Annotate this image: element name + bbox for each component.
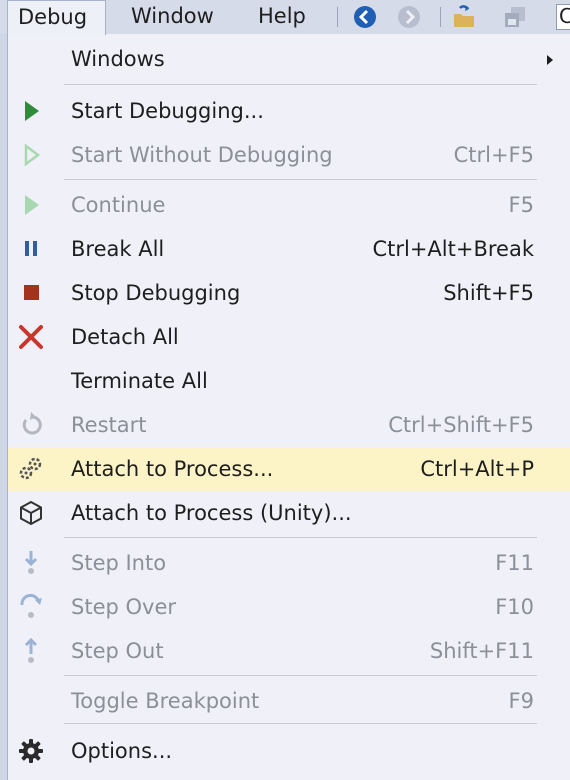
search-box-partial[interactable]: C (556, 4, 570, 30)
menu-item-label: Stop Debugging (71, 281, 241, 305)
menu-item-label: Toggle Breakpoint (71, 689, 260, 713)
menu-item-options[interactable]: Options... (8, 729, 570, 773)
menu-item-start-without-debugging[interactable]: Start Without Debugging Ctrl+F5 (8, 133, 570, 177)
menu-item-label: Options... (71, 739, 173, 763)
continue-icon (25, 195, 39, 215)
menu-item-label: Continue (71, 193, 166, 217)
menu-separator (64, 723, 537, 724)
menu-item-detach-all[interactable]: Detach All (8, 315, 570, 359)
toolbar-separator (337, 7, 338, 27)
new-folder-icon[interactable] (452, 5, 476, 29)
menu-item-label: Terminate All (71, 369, 208, 393)
attach-gears-icon (19, 457, 42, 480)
menu-item-shortcut: Ctrl+F5 (453, 143, 534, 167)
gear-icon (19, 739, 43, 763)
menu-item-label: Attach to Process... (71, 457, 274, 481)
menu-item-start-debugging[interactable]: Start Debugging... (8, 89, 570, 133)
menu-item-label: Restart (71, 413, 147, 437)
step-into-icon (24, 551, 38, 574)
menu-item-label: Start Without Debugging (71, 143, 333, 167)
menu-item-shortcut: F5 (508, 193, 534, 217)
stop-icon (24, 285, 39, 300)
pause-icon (25, 241, 37, 256)
menu-item-shortcut: Ctrl+Shift+F5 (388, 413, 534, 437)
submenu-arrow-icon (547, 55, 553, 65)
menu-item-restart[interactable]: Restart Ctrl+Shift+F5 (8, 403, 570, 447)
menu-item-label: Step Over (71, 595, 176, 619)
menu-separator (64, 675, 537, 676)
save-all-icon[interactable] (503, 5, 527, 29)
menu-item-continue[interactable]: Continue F5 (8, 183, 570, 227)
play-outline-icon (24, 143, 41, 167)
menu-item-stop-debugging[interactable]: Stop Debugging Shift+F5 (8, 271, 570, 315)
menu-item-step-into[interactable]: Step Into F11 (8, 541, 570, 585)
menu-item-shortcut: Shift+F5 (443, 281, 534, 305)
menu-item-shortcut: F9 (508, 689, 534, 713)
menu-separator (64, 179, 537, 180)
toolbar-separator (440, 7, 441, 27)
menu-item-toggle-breakpoint[interactable]: Toggle Breakpoint F9 (8, 679, 570, 723)
unity-cube-icon (20, 500, 42, 526)
menu-item-shortcut: Ctrl+Alt+P (420, 457, 534, 481)
menu-item-label: Step Out (71, 639, 164, 663)
navigate-forward-icon[interactable] (397, 5, 421, 29)
menu-item-shortcut: Ctrl+Alt+Break (372, 237, 534, 261)
menu-item-break-all[interactable]: Break All Ctrl+Alt+Break (8, 227, 570, 271)
menu-item-step-out[interactable]: Step Out Shift+F11 (8, 629, 570, 673)
menu-item-label: Windows (71, 47, 165, 71)
menu-item-shortcut: F11 (495, 551, 534, 575)
menu-separator (64, 537, 537, 538)
menu-item-shortcut: Shift+F11 (429, 639, 534, 663)
menu-help[interactable]: Help (248, 0, 316, 34)
menu-item-label: Attach to Process (Unity)... (71, 501, 352, 525)
step-out-icon (24, 637, 38, 663)
step-over-icon (20, 594, 42, 618)
menu-item-shortcut: F10 (495, 595, 534, 619)
menu-item-step-over[interactable]: Step Over F10 (8, 585, 570, 629)
menu-item-label: Step Into (71, 551, 167, 575)
menu-item-label: Start Debugging... (71, 99, 264, 123)
restart-icon (22, 412, 42, 435)
menu-item-terminate-all[interactable]: Terminate All (8, 359, 570, 403)
menu-bar: Debug Window Help C (0, 0, 570, 35)
menu-debug[interactable]: Debug (7, 0, 106, 35)
menu-item-windows[interactable]: Windows (8, 37, 570, 81)
menu-separator (64, 84, 537, 85)
menu-item-attach-to-process[interactable]: Attach to Process... Ctrl+Alt+P (8, 447, 570, 491)
menu-item-attach-unity[interactable]: Attach to Process (Unity)... (8, 491, 570, 535)
menu-item-label: Break All (71, 237, 165, 261)
navigate-back-icon[interactable] (353, 5, 377, 29)
debug-dropdown-menu: Windows Start Debugging... Start Without… (7, 34, 570, 780)
menu-item-label: Detach All (71, 325, 179, 349)
menu-window[interactable]: Window (121, 0, 224, 34)
detach-x-icon (19, 325, 43, 349)
play-icon (25, 101, 39, 121)
